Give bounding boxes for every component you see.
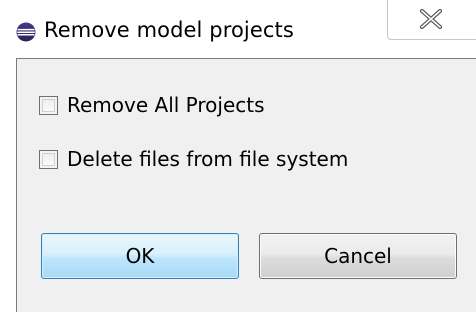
close-button[interactable] [387, 0, 476, 40]
cancel-button[interactable]: Cancel [259, 233, 457, 279]
dialog-title: Remove model projects [44, 18, 294, 42]
remove-all-projects-option[interactable]: Remove All Projects [39, 93, 265, 117]
remove-all-projects-checkbox[interactable] [39, 95, 58, 115]
delete-files-label: Delete files from file system [67, 147, 349, 171]
title-bar: Remove model projects [0, 0, 476, 58]
eclipse-icon [16, 22, 36, 42]
remove-all-projects-label: Remove All Projects [67, 93, 265, 117]
ok-button[interactable]: OK [41, 233, 239, 279]
delete-files-option[interactable]: Delete files from file system [39, 147, 348, 171]
remove-model-projects-dialog: Remove model projects Remove All Project… [0, 0, 476, 312]
delete-files-checkbox[interactable] [39, 149, 58, 169]
dialog-body: Remove All Projects Delete files from fi… [16, 58, 476, 312]
